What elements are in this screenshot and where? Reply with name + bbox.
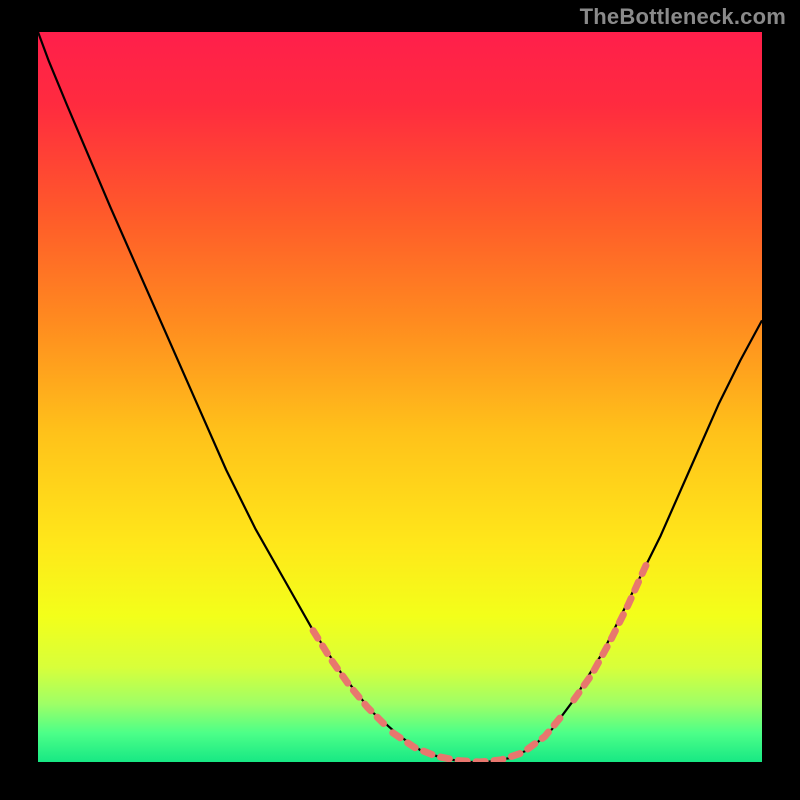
plot-background (38, 32, 762, 762)
chart-svg (0, 0, 800, 800)
chart-frame: { "watermark": "TheBottleneck.com", "cha… (0, 0, 800, 800)
watermark-text: TheBottleneck.com (580, 4, 786, 30)
